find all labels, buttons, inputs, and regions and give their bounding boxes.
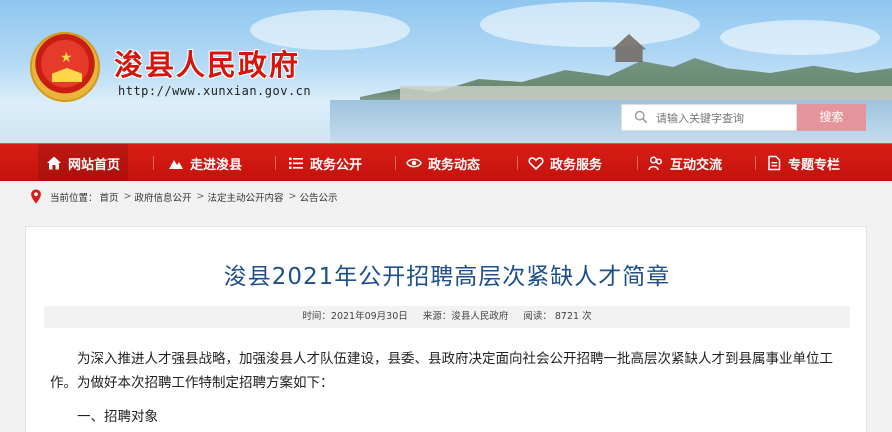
breadcrumb-separator: > (123, 191, 132, 202)
nav-divider (275, 156, 276, 170)
breadcrumb-link[interactable]: 法定主动公开内容 (207, 190, 283, 204)
nav-divider (637, 156, 638, 170)
nav-item-label: 走进浚县 (190, 157, 243, 173)
article-paragraph: 为深入推进人才强县战略，加强浚县人才队伍建设，县委、县政府决定面向社会公开招聘一… (50, 351, 833, 391)
document-icon (768, 155, 781, 171)
list-icon (289, 157, 303, 169)
nav-divider (517, 156, 518, 170)
home-icon (47, 156, 61, 170)
header-banner: ★ 浚县人民政府 http://www.xunxian.gov.cn 搜索 (0, 0, 892, 143)
breadcrumb-separator: > (196, 191, 205, 202)
star-icon: ★ (60, 50, 73, 66)
nav-item-home[interactable]: 网站首页 (38, 144, 129, 182)
nav-item-about[interactable]: 走进浚县 (160, 144, 250, 182)
search-input[interactable] (656, 109, 794, 127)
article-source: 来源：浚县人民政府 (422, 311, 509, 322)
breadcrumb-link[interactable]: 政府信息公开 (135, 190, 192, 204)
nav-item-special[interactable]: 专题专栏 (758, 144, 848, 182)
main-nav: 网站首页 走进浚县 政务公开 政务动态 政务服务 互动交流 专题专栏 (0, 143, 892, 182)
breadcrumb-link[interactable]: 公告公示 (299, 190, 337, 204)
heart-icon (528, 157, 544, 171)
nav-item-label: 政务公开 (310, 157, 363, 173)
nav-divider (755, 156, 756, 170)
nav-item-label: 政务动态 (428, 157, 481, 173)
article-meta: 时间：2021年09月30日 来源：浚县人民政府 阅读： 8721 次 (44, 306, 850, 328)
breadcrumb-link[interactable]: 首页 (100, 190, 119, 204)
cloud-decoration (720, 20, 880, 55)
nav-item-label: 网站首页 (68, 157, 121, 173)
view-count: 阅读： 8721 次 (523, 311, 592, 322)
article-card: 浚县2021年公开招聘高层次紧缺人才简章 时间：2021年09月30日 来源：浚… (25, 226, 867, 432)
mountain-icon (169, 160, 183, 169)
people-icon (648, 156, 663, 171)
national-emblem-logo[interactable]: ★ (30, 32, 100, 102)
nav-item-gov-open[interactable]: 政务公开 (280, 144, 370, 182)
nav-item-gov-service[interactable]: 政务服务 (520, 144, 610, 182)
nav-item-label: 专题专栏 (788, 157, 841, 173)
search-icon (634, 110, 648, 124)
city-wall-decoration (400, 86, 892, 100)
section-heading: 一、招聘对象 (77, 409, 158, 425)
search-button[interactable]: 搜索 (797, 104, 866, 131)
breadcrumb: 当前位置： 首页 > 政府信息公开 > 法定主动公开内容 > 公告公示 (0, 181, 892, 212)
nav-item-label: 互动交流 (670, 157, 723, 173)
search-box (621, 104, 797, 131)
nav-item-interaction[interactable]: 互动交流 (640, 144, 730, 182)
nav-item-label: 政务服务 (550, 157, 603, 173)
cloud-decoration (480, 2, 700, 47)
tiananmen-icon (52, 68, 82, 82)
eye-icon (406, 158, 422, 168)
nav-item-gov-news[interactable]: 政务动态 (398, 144, 488, 182)
article-title: 浚县2021年公开招聘高层次紧缺人才简章 (223, 264, 671, 290)
nav-divider (395, 156, 396, 170)
publish-time: 时间：2021年09月30日 (302, 311, 408, 322)
nav-divider (153, 156, 154, 170)
site-title[interactable]: 浚县人民政府 (114, 42, 300, 84)
breadcrumb-prefix: 当前位置： (50, 192, 98, 204)
breadcrumb-separator: > (288, 191, 297, 202)
site-url: http://www.xunxian.gov.cn (118, 84, 312, 98)
location-pin-icon (31, 189, 41, 204)
